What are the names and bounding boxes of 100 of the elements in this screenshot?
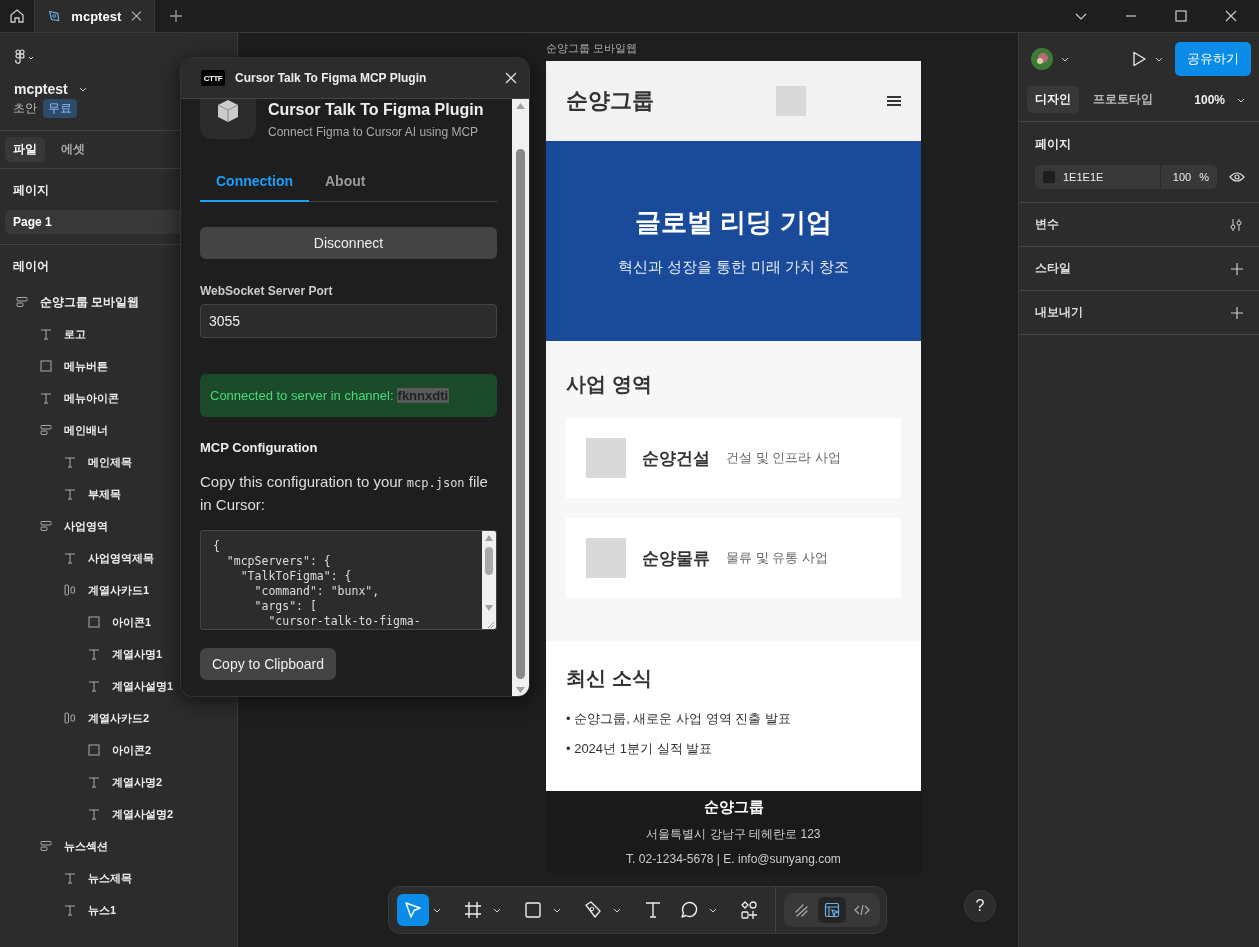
section-title: 내보내기 [1035,304,1083,321]
share-button[interactable]: 공유하기 [1175,42,1251,76]
close-icon[interactable] [131,10,142,22]
pen-nib-icon [47,8,62,24]
menu-icon [887,95,901,107]
chevron-down-icon[interactable] [613,906,621,914]
layer-item[interactable]: 계열사설명2 [112,806,174,822]
stack-layout-icon [16,296,28,308]
new-tab-icon[interactable] [170,10,182,22]
play-icon[interactable] [1131,51,1147,67]
layer-item[interactable]: 메뉴버튼 [64,358,108,374]
stack-layout-icon [40,520,52,532]
footer-title: 순양그룹 [703,798,764,817]
layer-item[interactable]: 계열사카드2 [88,710,150,726]
layer-item[interactable]: 메뉴아이콘 [64,390,119,406]
sliders-icon[interactable] [1229,217,1243,232]
close-icon[interactable] [1225,10,1237,22]
config-code-field[interactable]: { "mcpServers": { "TalkToFigma": { "command": "bunx", "args": [ "cursor-talk-to-figma- [200,530,497,630]
close-icon[interactable] [505,72,517,84]
news-item: • 2024년 1분기 실적 발표 [566,740,714,758]
layer-item[interactable]: 계열사명1 [112,646,163,662]
layer-item[interactable]: 아이콘1 [112,614,152,630]
text-icon [64,904,76,916]
maximize-icon[interactable] [1175,10,1187,22]
plus-icon[interactable] [1231,306,1243,319]
layer-item[interactable]: 순양그룹 모바일웹 [40,293,140,311]
color-swatch[interactable] [1043,171,1055,183]
chevron-down-icon[interactable] [1155,55,1163,63]
eye-icon[interactable] [1229,171,1245,183]
shapes-icon [739,900,759,920]
status-message: Connected to server in channel: fknnxdti [200,374,497,417]
layer-item[interactable]: 계열사명2 [112,774,163,790]
chevron-down-icon[interactable] [493,906,501,914]
banner-subtitle: 혁신과 성장을 통한 미래 가치 창조 [618,258,849,277]
text-icon [40,392,52,404]
zoom-level[interactable]: 100% [1194,92,1225,107]
footer-address: 서울특별시 강남구 테헤란로 123 [646,826,821,843]
banner-title: 글로벌 리딩 기업 [635,206,832,239]
plus-icon[interactable] [1231,262,1243,275]
panel-tab[interactable]: 디자인 [1027,86,1079,113]
mode-button[interactable] [818,897,846,923]
section-title: 변수 [1035,216,1059,233]
color-field[interactable]: 1E1E1E 100 % [1035,165,1217,189]
chevron-down-icon[interactable] [709,906,717,914]
panel-tab[interactable]: 에셋 [53,137,93,162]
layer-item[interactable]: 아이콘2 [112,742,152,758]
plugin-tab[interactable]: About [309,165,382,202]
chevron-down-icon[interactable] [553,906,561,914]
file-tab[interactable]: mcptest [35,0,155,32]
panel-tab[interactable]: 프로토타입 [1085,86,1161,113]
frame-icon [463,900,483,920]
section-heading: 사업 영역 [566,372,653,397]
chevron-down-icon[interactable] [433,906,441,914]
chevron-down-icon[interactable] [1061,55,1069,63]
disconnect-button[interactable]: Disconnect [200,227,497,259]
section-title: 스타일 [1035,260,1071,277]
layer-item[interactable]: 메인배너 [64,422,108,438]
port-field[interactable]: 3055 [200,304,497,338]
text-icon [643,900,663,920]
section-title: 레이어 [12,258,50,275]
stack-layout-icon [40,840,52,852]
file-name[interactable]: mcptest [14,81,68,97]
layer-item[interactable]: 계열사카드1 [88,582,150,598]
rectangle-icon [523,900,543,920]
layer-item[interactable]: 로고 [64,326,86,342]
footer-contact: T. 02-1234-5678 | E. info@sunyang.com [626,852,841,866]
help-button[interactable]: ? [964,890,996,922]
text-icon [40,328,52,340]
plugin-title: Cursor Talk To Figma MCP Plugin [235,71,428,85]
text-icon [88,680,100,692]
image-placeholder [586,538,626,578]
rectangle-icon [88,744,100,756]
section-heading: MCP Configuration [200,440,318,455]
layer-item[interactable]: 메인제목 [88,454,132,470]
scrollbar[interactable] [512,99,529,696]
layer-item[interactable]: 사업영역제목 [88,550,154,566]
frame-label[interactable]: 순양그룹 모바일웹 [546,41,638,56]
copy-button[interactable]: Copy to Clipboard [200,648,337,680]
panel-tab[interactable]: 파일 [5,137,45,162]
scrollbar[interactable] [482,531,496,629]
plugin-logo: CTTF [201,70,225,86]
company-description: 물류 및 유통 사업 [726,549,828,567]
layer-item[interactable]: 뉴스1 [88,902,117,918]
tool-button[interactable] [397,894,429,926]
layer-item[interactable]: 뉴스섹션 [64,838,108,854]
layer-item[interactable]: 뉴스제목 [88,870,132,886]
layer-item[interactable]: 부제목 [88,486,121,502]
avatar[interactable] [1031,48,1053,70]
rectangle-icon [40,360,52,372]
company-name: 순양건설 [642,447,710,470]
stack-layout-icon [40,424,52,436]
home-icon [9,8,25,24]
layer-item[interactable]: 계열사설명1 [112,678,174,694]
text-icon [64,488,76,500]
text-icon [64,456,76,468]
text-icon [64,552,76,564]
text-icon [64,872,76,884]
plugin-tab[interactable]: Connection [200,165,309,202]
layout-pointer-icon [824,902,840,918]
layer-item[interactable]: 사업영역 [64,518,108,534]
